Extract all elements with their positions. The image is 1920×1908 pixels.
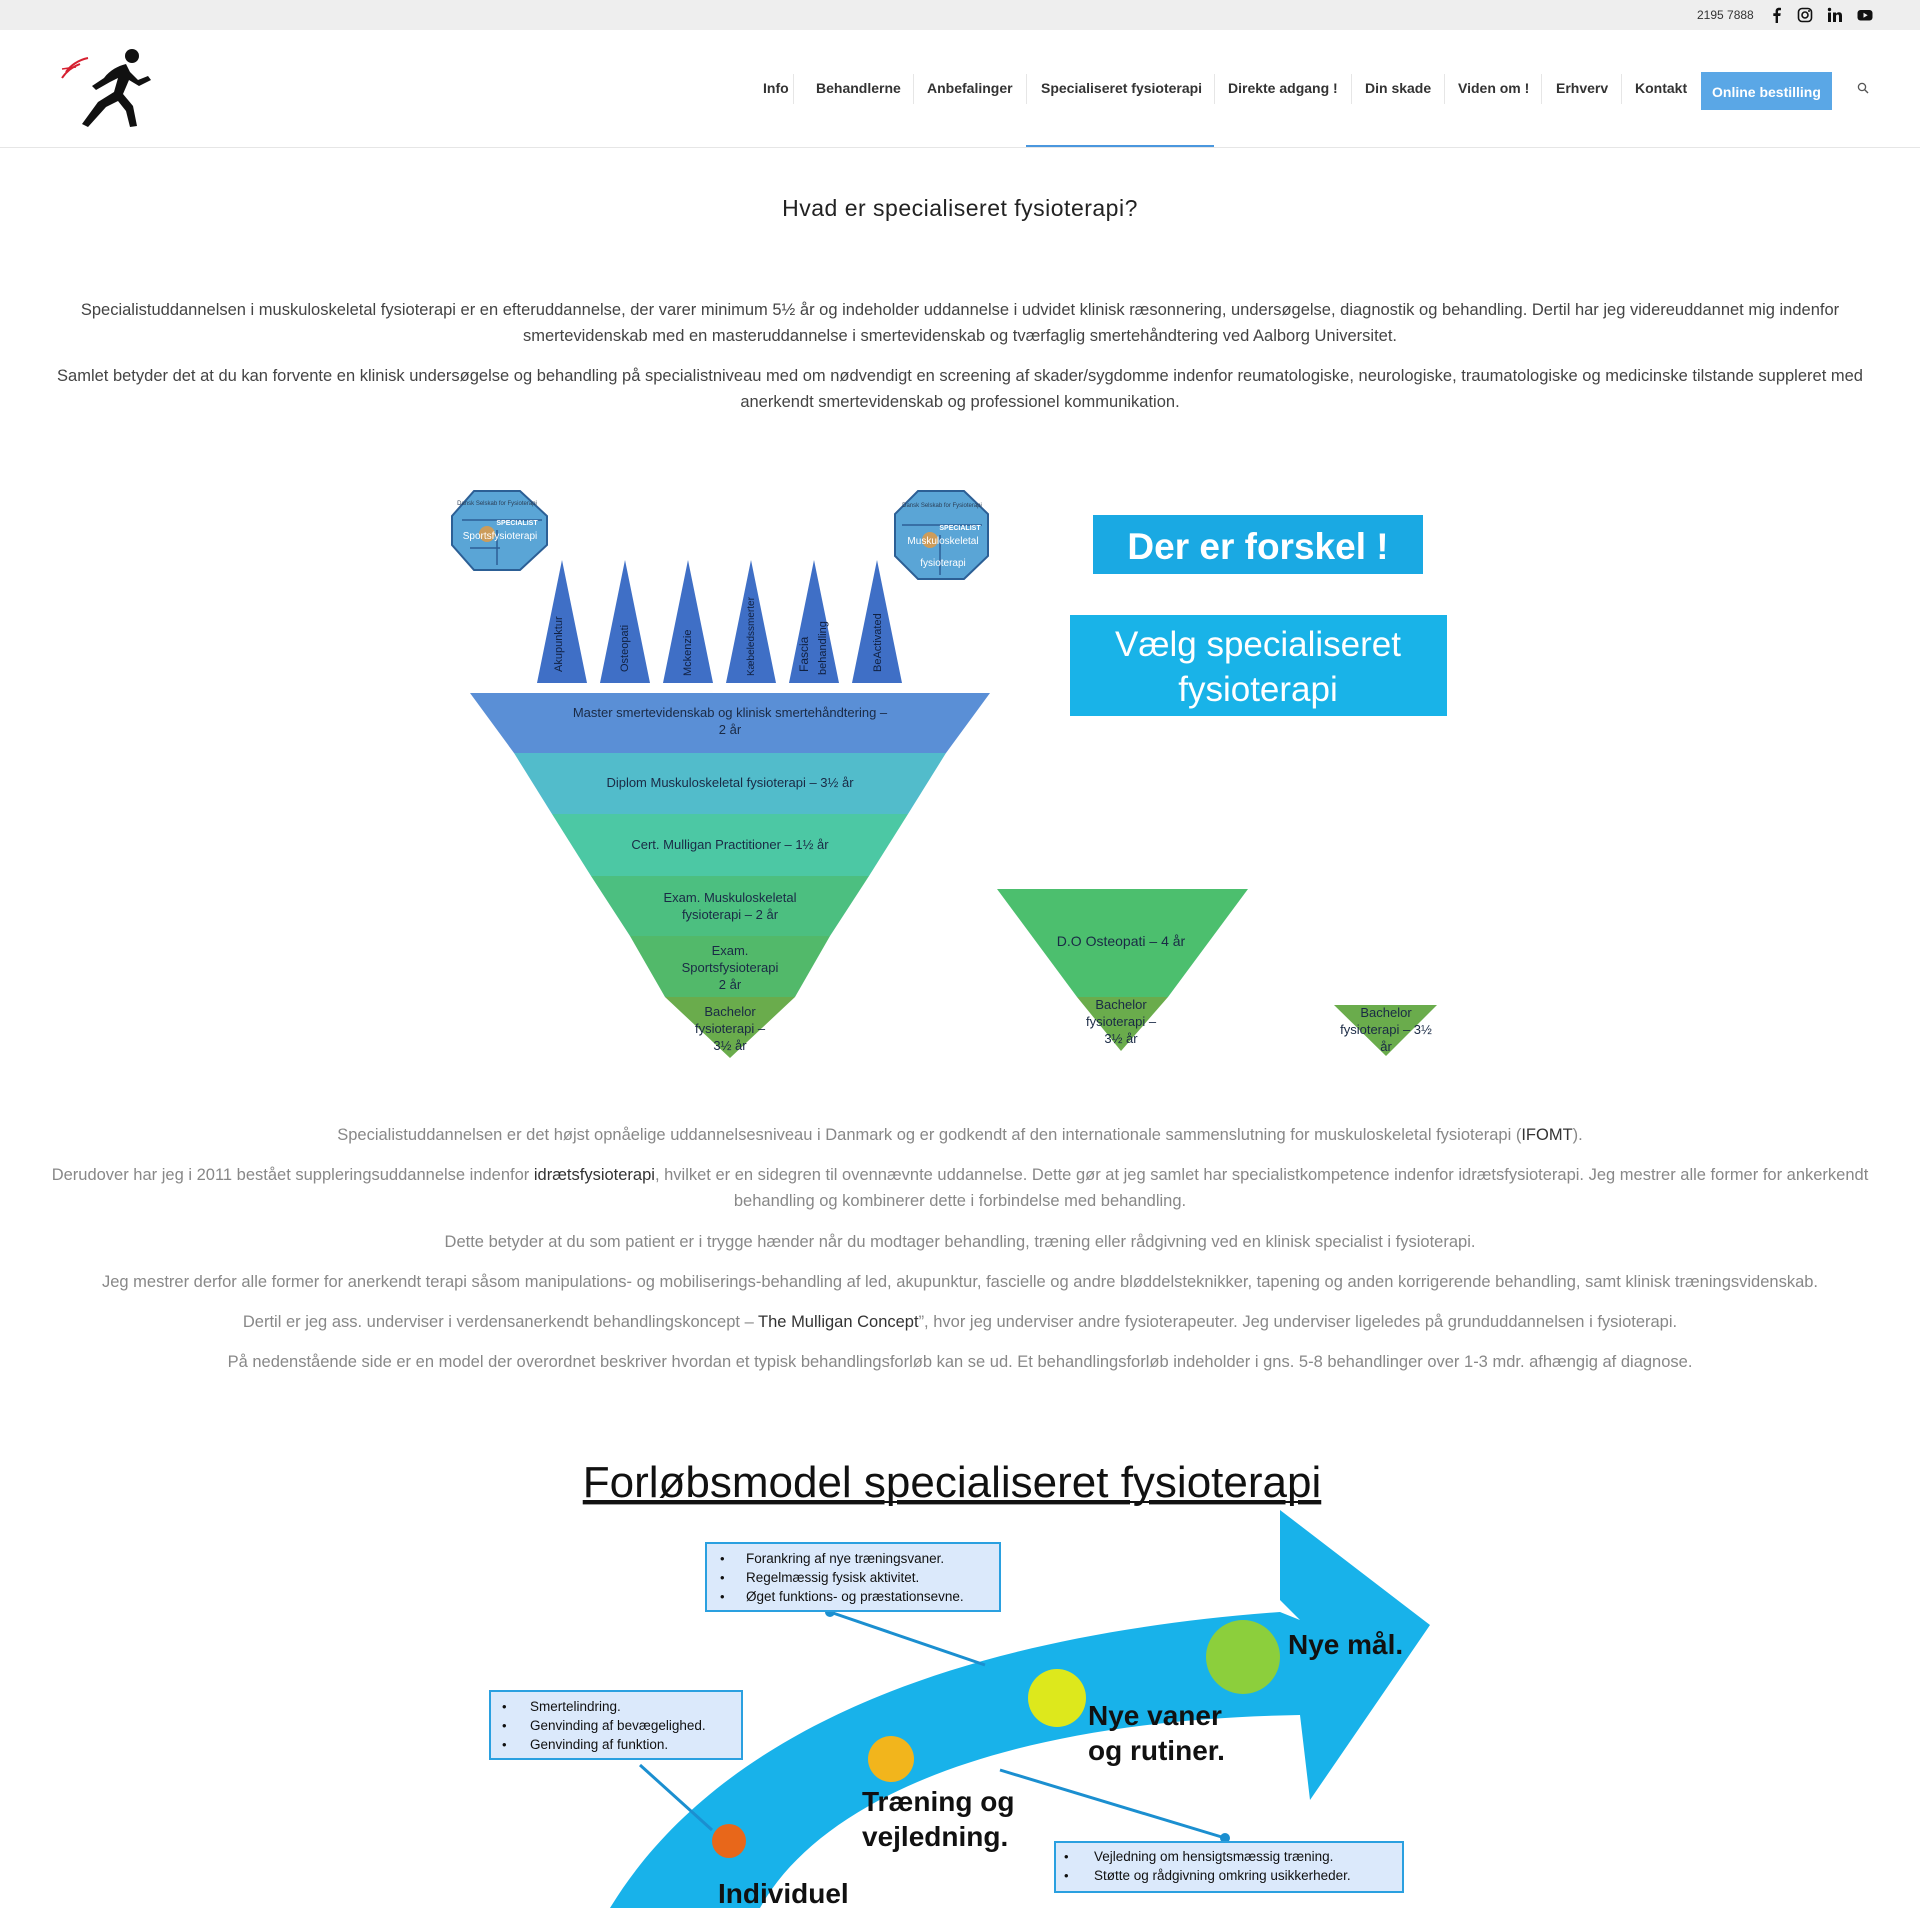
step-label-traening-1: Træning og [862,1786,1014,1817]
svg-text:•: • [720,1570,725,1585]
info-box-right: • • Vejledning om hensigtsmæssig træning… [1054,1841,1404,1893]
svg-text:•: • [720,1551,725,1566]
svg-text:•: • [1064,1868,1069,1883]
forloebsmodel-diagram: Forløbsmodel specialiseret fysioterapi •… [489,1458,1430,1908]
box-right-item-2: Støtte og rådgivning omkring usikkerhede… [1094,1868,1351,1883]
step-dot-3 [1028,1669,1086,1727]
step-label-nye-maal: Nye mål. [1288,1629,1403,1660]
step-dot-1 [712,1824,746,1858]
step-label-vaner-2: og rutiner. [1088,1735,1225,1766]
svg-text:•: • [502,1699,507,1714]
info-box-left: • • • Smertelindring. Genvinding af bevæ… [489,1690,743,1760]
step-label-vaner-1: Nye vaner [1088,1700,1222,1731]
step-dot-4 [1206,1620,1280,1694]
info-box-top: • • • Forankring af nye træningsvaner. R… [705,1542,1001,1612]
box-top-item-3: Øget funktions- og præstationsevne. [746,1589,964,1604]
box-left-item-3: Genvinding af funktion. [530,1737,668,1752]
svg-text:•: • [502,1718,507,1733]
box-top-item-1: Forankring af nye træningsvaner. [746,1551,944,1566]
box-left-item-1: Smertelindring. [530,1699,621,1714]
svg-text:•: • [1064,1849,1069,1864]
step-label-individuel: Individuel [718,1878,849,1908]
step-dot-2 [868,1736,914,1782]
step-label-traening-2: vejledning. [862,1821,1008,1852]
box-left-item-2: Genvinding af bevægelighed. [530,1718,706,1733]
box-top-item-2: Regelmæssig fysisk aktivitet. [746,1570,919,1585]
box-right-item-1: Vejledning om hensigtsmæssig træning. [1094,1849,1333,1864]
svg-text:•: • [502,1737,507,1752]
svg-text:•: • [720,1589,725,1604]
forloebsmodel-title: Forløbsmodel specialiseret fysioterapi [583,1458,1322,1507]
